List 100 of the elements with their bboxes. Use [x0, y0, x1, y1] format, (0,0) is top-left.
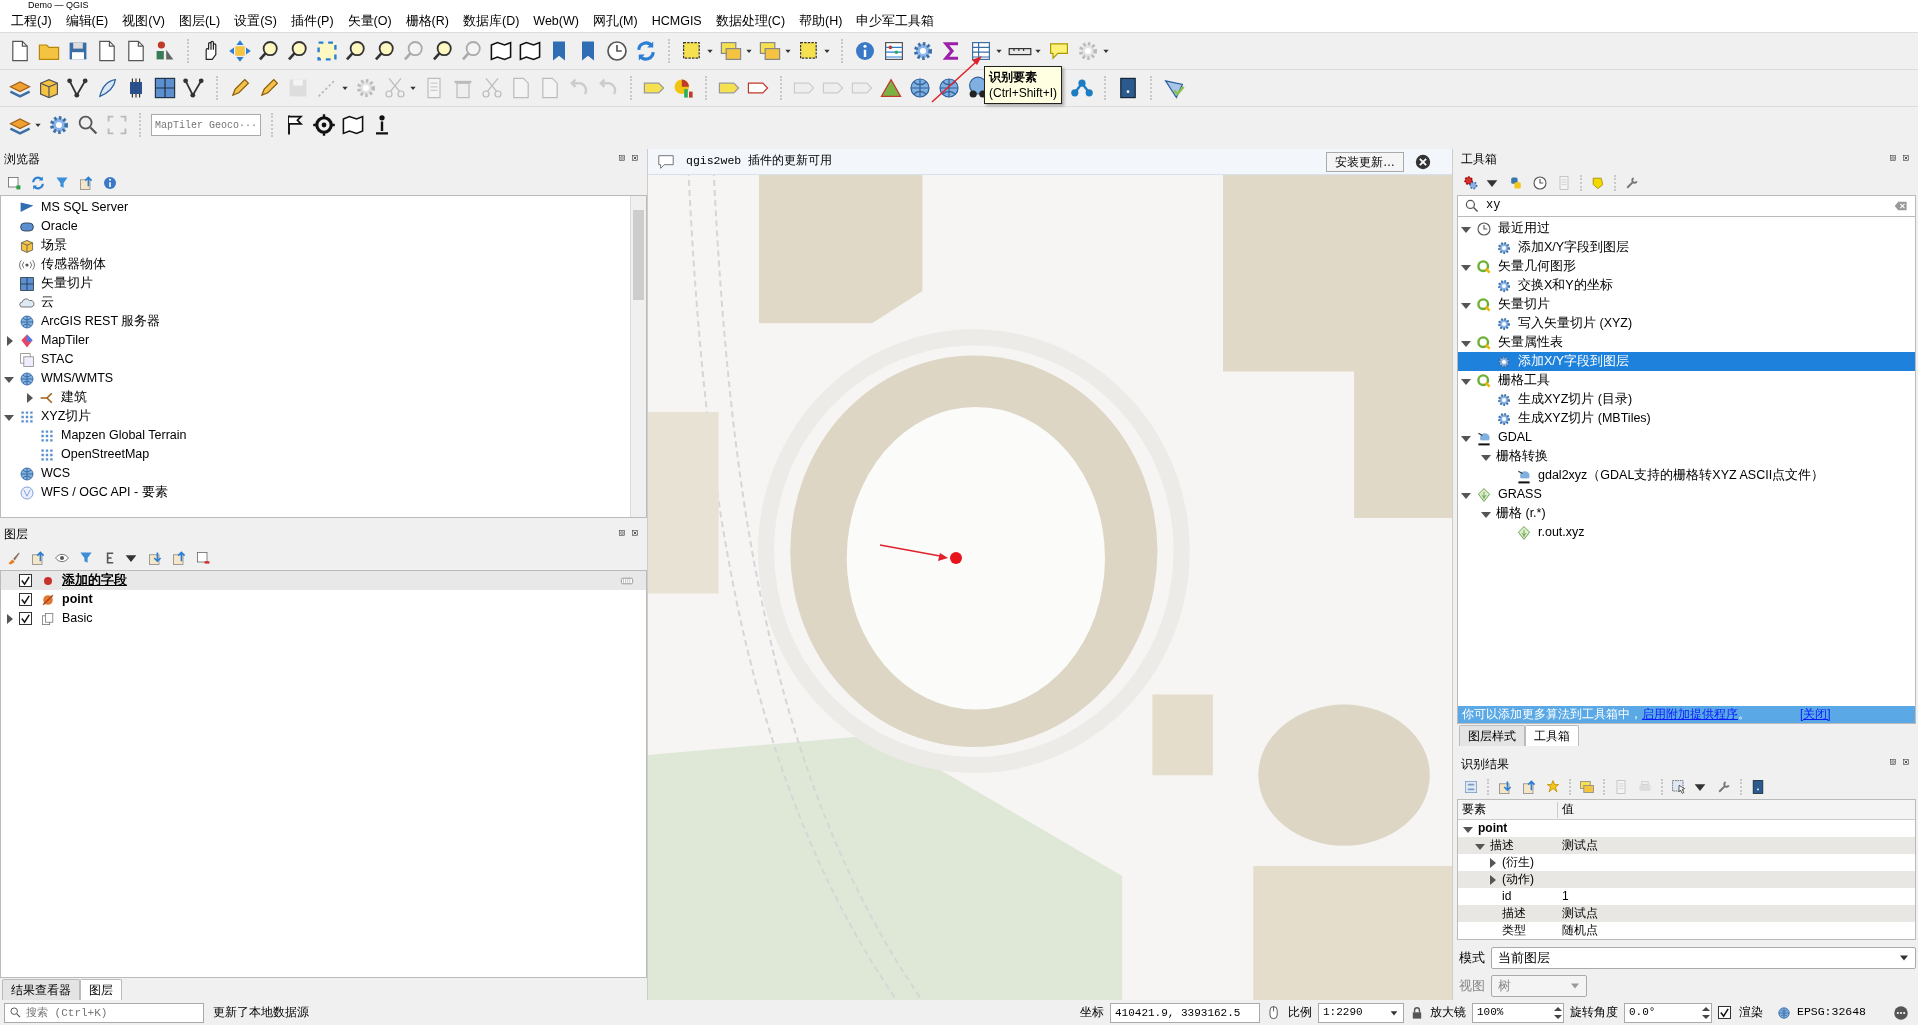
vertex-icon[interactable]: [66, 76, 90, 100]
tree-item[interactable]: Mapzen Global Terrain: [1, 426, 630, 445]
clear-icon[interactable]: [1893, 199, 1909, 213]
tab[interactable]: 结果查看器: [2, 979, 80, 1000]
expand-icon[interactable]: [315, 39, 339, 63]
tree-item[interactable]: 添加X/Y字段到图层: [1458, 238, 1915, 257]
tree-item[interactable]: 矢量切片: [1, 274, 630, 293]
tree-item[interactable]: 最近用过: [1458, 219, 1915, 238]
caret-icon[interactable]: [745, 47, 753, 55]
download-icon[interactable]: [147, 550, 163, 566]
magnifier-icon[interactable]: [344, 39, 368, 63]
search-field[interactable]: MapTiler Geoco···: [151, 114, 261, 136]
scrollbar[interactable]: [630, 196, 646, 517]
refresh-icon[interactable]: [634, 39, 658, 63]
tree-item[interactable]: 建筑: [1, 388, 630, 407]
tree-item[interactable]: MS SQL Server: [1, 198, 630, 217]
magnifier-icon[interactable]: [431, 39, 455, 63]
map-icon[interactable]: [489, 39, 513, 63]
tree-item[interactable]: 栅格工具: [1458, 371, 1915, 390]
magnifier-icon[interactable]: [373, 39, 397, 63]
map-icon[interactable]: [341, 113, 365, 137]
tree-item[interactable]: 交换X和Y的坐标: [1458, 276, 1915, 295]
triangle-icon[interactable]: [879, 76, 903, 100]
info-icon[interactable]: [102, 175, 118, 191]
tab[interactable]: 工具箱: [1525, 724, 1579, 746]
wrench-icon[interactable]: [1624, 175, 1640, 191]
menu-item[interactable]: 设置(S): [227, 12, 284, 30]
install-button[interactable]: 安装更新…: [1326, 151, 1404, 172]
menu-item[interactable]: 帮助(H): [792, 12, 850, 30]
funnel-icon[interactable]: [78, 550, 94, 566]
search-icon[interactable]: [76, 113, 100, 137]
menu-item[interactable]: 申少军工具箱: [849, 12, 942, 30]
caret-icon[interactable]: [34, 121, 42, 129]
search-field[interactable]: 搜索 (Ctrl+K): [4, 1002, 204, 1023]
menu-item[interactable]: 数据库(D): [455, 12, 527, 30]
tree-item[interactable]: 云: [1, 293, 630, 312]
python-icon[interactable]: [1508, 175, 1524, 191]
table-icon[interactable]: [969, 39, 993, 63]
tree-item[interactable]: WMS/WMTS: [1, 369, 630, 388]
tree-item[interactable]: OpenStreetMap: [1, 445, 630, 464]
checkbox[interactable]: [19, 593, 32, 606]
vertex-icon[interactable]: [182, 76, 206, 100]
tab[interactable]: 图层: [80, 979, 122, 1000]
checkbox[interactable]: [1718, 1006, 1731, 1019]
magnifier-field[interactable]: 100%: [1472, 1002, 1564, 1023]
tree-item[interactable]: 传感器物体: [1, 255, 630, 274]
spin-arrows-icon[interactable]: [1553, 1004, 1563, 1021]
tree-item[interactable]: Oracle: [1, 217, 630, 236]
grid-icon[interactable]: [153, 76, 177, 100]
download-icon[interactable]: [1497, 779, 1513, 796]
caret-icon[interactable]: [341, 84, 349, 92]
caret-icon[interactable]: [1102, 47, 1110, 55]
layer-item[interactable]: point: [1, 590, 646, 609]
caret-icon[interactable]: [823, 47, 831, 55]
dropdown[interactable]: 当前图层: [1491, 947, 1916, 970]
stack-icon[interactable]: [1579, 779, 1595, 796]
layer-item[interactable]: Basic: [1, 609, 646, 628]
menu-item[interactable]: 图层(L): [171, 12, 228, 30]
spin-arrows-icon[interactable]: [1701, 1004, 1711, 1021]
magnifier-icon[interactable]: [286, 39, 310, 63]
tree-item[interactable]: 生成XYZ切片 (目录): [1458, 390, 1915, 409]
menu-item[interactable]: 数据处理(C): [708, 12, 793, 30]
tree-item[interactable]: MapTiler: [1, 331, 630, 350]
tree-item[interactable]: GRASS: [1458, 485, 1915, 504]
tree-item[interactable]: ArcGIS REST 服务器: [1, 312, 630, 331]
tree-item[interactable]: 栅格转换: [1458, 447, 1915, 466]
tree-item[interactable]: WFS / OGC API - 要素: [1, 483, 630, 502]
globe-icon[interactable]: [908, 76, 932, 100]
menu-item[interactable]: 栅格(R): [398, 12, 456, 30]
upload-icon[interactable]: [78, 175, 94, 191]
upload-icon[interactable]: [1521, 779, 1537, 796]
menu-item[interactable]: 矢量(O): [340, 12, 399, 30]
magnifier-icon[interactable]: [257, 39, 281, 63]
refresh-icon[interactable]: [30, 175, 46, 191]
tree-item[interactable]: 写入矢量切片 (XYZ): [1458, 314, 1915, 333]
upload-icon[interactable]: [171, 550, 187, 566]
caret-icon[interactable]: [409, 84, 417, 92]
info-icon[interactable]: [853, 39, 877, 63]
tree-item[interactable]: WCS: [1, 464, 630, 483]
caret-icon[interactable]: [995, 47, 1003, 55]
tree-item[interactable]: XYZ切片: [1, 407, 630, 426]
crs-button[interactable]: EPSG:32648: [1797, 1005, 1866, 1020]
layer-item[interactable]: 添加的字段: [1, 571, 646, 590]
tree-item[interactable]: 场景: [1, 236, 630, 255]
funnel-icon[interactable]: [54, 175, 70, 191]
tree-item[interactable]: 栅格 (r.*): [1458, 504, 1915, 523]
tree-item[interactable]: 矢量属性表: [1458, 333, 1915, 352]
clock-icon[interactable]: [605, 39, 629, 63]
tree-item[interactable]: 矢量切片: [1458, 295, 1915, 314]
globe-icon[interactable]: [937, 76, 961, 100]
newbox-icon[interactable]: [6, 175, 22, 191]
close-icon[interactable]: [1414, 152, 1432, 171]
caret-icon[interactable]: [1034, 47, 1042, 55]
tab[interactable]: 图层样式: [1459, 724, 1525, 746]
removebox-icon[interactable]: [195, 550, 211, 566]
tree-item[interactable]: STAC: [1, 350, 630, 369]
cube-icon[interactable]: [37, 76, 61, 100]
tree-item[interactable]: gdal2xyz（GDAL支持的栅格转XYZ ASCII点文件）: [1458, 466, 1915, 485]
tree-item[interactable]: 生成XYZ切片 (MBTiles): [1458, 409, 1915, 428]
menu-item[interactable]: Web(W): [526, 12, 586, 30]
